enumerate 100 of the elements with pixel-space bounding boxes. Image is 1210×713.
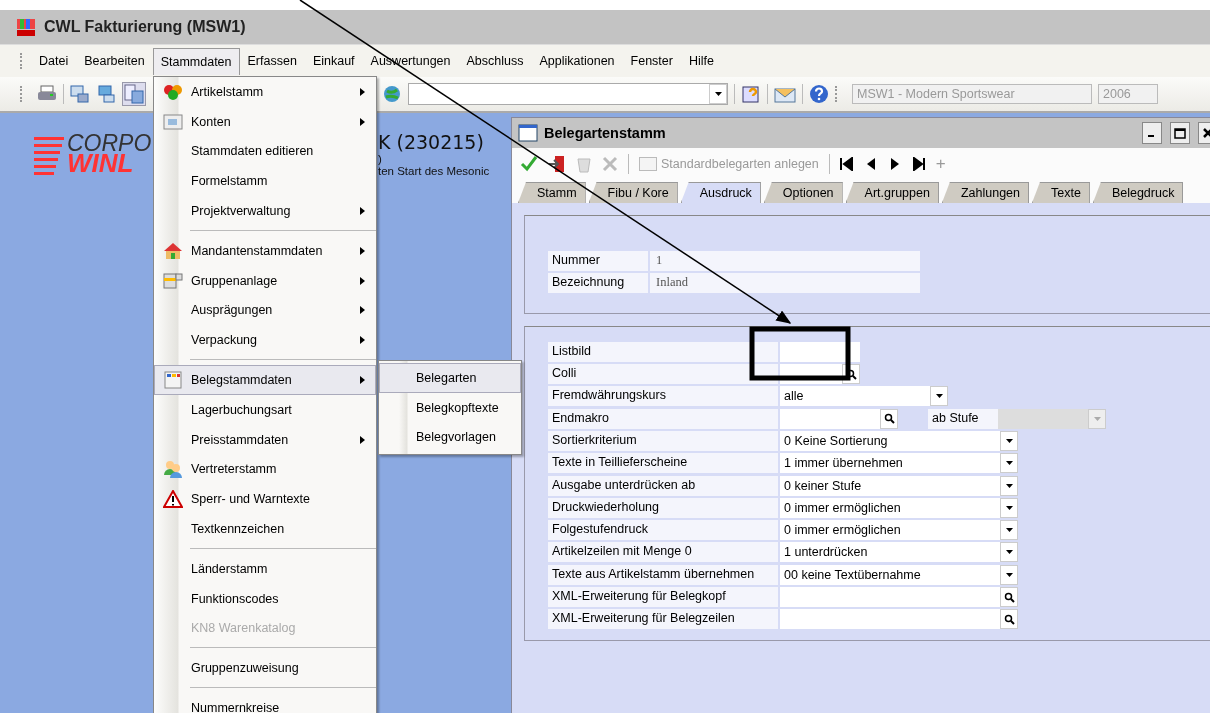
tab[interactable]: Belegdruck <box>1092 182 1184 203</box>
search-icon <box>1003 613 1015 625</box>
toolbar-combo-field[interactable] <box>408 83 728 105</box>
last-record-icon[interactable] <box>911 156 926 171</box>
caret-icon <box>935 394 943 399</box>
dropdown-button[interactable] <box>930 386 948 407</box>
tab[interactable]: Zahlungen <box>941 182 1029 203</box>
menu-item[interactable]: Hilfe <box>680 47 722 75</box>
menu-item[interactable]: Belegvorlagen <box>379 422 521 453</box>
dropdown-button[interactable] <box>1000 564 1018 585</box>
menu-item[interactable]: Länderstamm <box>154 553 376 584</box>
dropdown-button[interactable] <box>1000 520 1018 541</box>
minimize-button[interactable] <box>1142 122 1162 144</box>
menu-item[interactable]: Mandantenstammdaten <box>154 236 376 266</box>
search-button[interactable] <box>1000 587 1018 607</box>
dropdown-button[interactable] <box>1000 542 1018 563</box>
colored-balls-icon <box>163 82 183 101</box>
menu-item[interactable]: Belegstammdaten <box>154 365 376 395</box>
dropdown-field[interactable]: 0 immer ermöglichen <box>780 497 1000 518</box>
dropdown-field[interactable]: 1 immer übernehmen <box>780 453 1000 474</box>
tab[interactable]: Texte <box>1032 182 1090 203</box>
window-icon[interactable] <box>70 85 90 103</box>
menu-item[interactable]: Sperr- und Warntexte <box>154 484 376 515</box>
menu-item[interactable]: Textkennzeichen <box>154 514 376 544</box>
caret-icon <box>1005 483 1013 488</box>
printer-icon[interactable] <box>37 85 57 103</box>
menu-item[interactable]: Fenster <box>622 47 681 75</box>
window-icon[interactable] <box>122 82 146 106</box>
menu-item[interactable]: Einkauf <box>304 47 363 75</box>
menu-item[interactable]: Bearbeiten <box>76 47 153 75</box>
field-label: XML-Erweiterung für Belegzeilen <box>548 609 778 630</box>
document-icon <box>163 371 183 390</box>
dropdown-field[interactable]: alle <box>780 386 930 407</box>
menu-item[interactable]: Erfassen <box>239 47 305 75</box>
menu-item[interactable]: Belegarten <box>379 363 521 393</box>
dropdown-field[interactable]: 1 unterdrücken <box>780 542 1000 563</box>
dropdown-field[interactable]: 0 keiner Stufe <box>780 475 1000 496</box>
menu-item[interactable]: Artikelstamm <box>154 77 376 107</box>
input-field[interactable] <box>780 408 880 429</box>
field-value: 1 <box>650 251 920 272</box>
menu-item[interactable]: Abschluss <box>458 47 532 75</box>
input-field[interactable] <box>780 609 1000 630</box>
caret-icon <box>1005 572 1013 577</box>
dropdown-field[interactable]: 0 immer ermöglichen <box>780 520 1000 541</box>
menu-item[interactable]: Datei <box>31 47 77 75</box>
field-label: Listbild <box>548 341 778 362</box>
menu-item[interactable]: Lagerbuchungsart <box>154 394 376 425</box>
caret-icon <box>714 92 722 96</box>
caret-icon <box>1005 461 1013 466</box>
input-field[interactable] <box>780 341 860 362</box>
help-icon[interactable] <box>809 84 829 104</box>
exit-door-icon[interactable] <box>548 154 566 173</box>
menu-item[interactable]: Gruppenanlage <box>154 265 376 296</box>
menu-item[interactable]: Vertreterstamm <box>154 454 376 485</box>
menu-item[interactable]: Formelstamm <box>154 166 376 197</box>
input-field[interactable] <box>780 587 1000 607</box>
dropdown-button[interactable] <box>1000 430 1018 451</box>
first-record-icon[interactable] <box>839 156 854 171</box>
window-icon <box>518 124 538 142</box>
field-label: Endmakro <box>548 408 778 429</box>
checkmark-icon[interactable] <box>520 155 538 172</box>
tab[interactable]: Ausdruck <box>680 182 761 203</box>
menu-item[interactable]: Ausprägungen <box>154 295 376 326</box>
year-field: 2006 <box>1098 84 1158 104</box>
company-logo: CORPO WINL <box>34 133 152 175</box>
close-icon <box>1203 128 1210 138</box>
menu-item[interactable]: Projektverwaltung <box>154 196 376 226</box>
field-label: Folgestufendruck <box>548 520 778 541</box>
field-label: Ausgabe unterdrücken ab <box>548 475 778 496</box>
tab[interactable]: Fibu / Kore <box>588 182 678 203</box>
maximize-button[interactable] <box>1170 122 1190 144</box>
menu-item[interactable]: Applikationen <box>531 47 623 75</box>
dropdown-button[interactable] <box>1000 453 1018 474</box>
globe-icon[interactable] <box>382 84 402 104</box>
menu-item[interactable]: Belegkopftexte <box>379 392 521 423</box>
notepad-question-icon[interactable] <box>741 84 761 104</box>
menu-item[interactable]: Gruppenzuweisung <box>154 653 376 684</box>
dropdown-button[interactable] <box>1000 475 1018 496</box>
dropdown-field[interactable]: 00 keine Textübernahme <box>780 564 1000 585</box>
field-label: Fremdwährungskurs <box>548 386 778 407</box>
search-button[interactable] <box>880 408 898 429</box>
dropdown-button[interactable] <box>1000 497 1018 518</box>
window-icon[interactable] <box>96 85 116 103</box>
tab[interactable]: Art.gruppen <box>845 182 939 203</box>
menu-item[interactable]: Preisstammdaten <box>154 424 376 455</box>
tab[interactable]: Stamm <box>518 182 586 203</box>
search-button[interactable] <box>1000 609 1018 630</box>
dropdown-field[interactable]: 0 Keine Sortierung <box>780 430 1000 451</box>
add-label: + <box>935 153 946 174</box>
field-label: Nummer <box>548 251 648 272</box>
dropdown-button[interactable] <box>709 84 727 104</box>
menu-item[interactable]: Stammdaten <box>152 47 240 75</box>
tab[interactable]: Optionen <box>763 182 843 203</box>
menu-item[interactable]: Stammdaten editieren <box>154 136 376 167</box>
field-label: Texte in Teillieferscheine <box>548 453 778 474</box>
menu-item[interactable]: Konten <box>154 106 376 137</box>
menu-item[interactable]: Funktionscodes <box>154 583 376 614</box>
menu-item[interactable]: Nummernkreise <box>154 693 376 713</box>
envelope-icon[interactable] <box>774 85 796 103</box>
menu-item[interactable]: Verpackung <box>154 325 376 356</box>
